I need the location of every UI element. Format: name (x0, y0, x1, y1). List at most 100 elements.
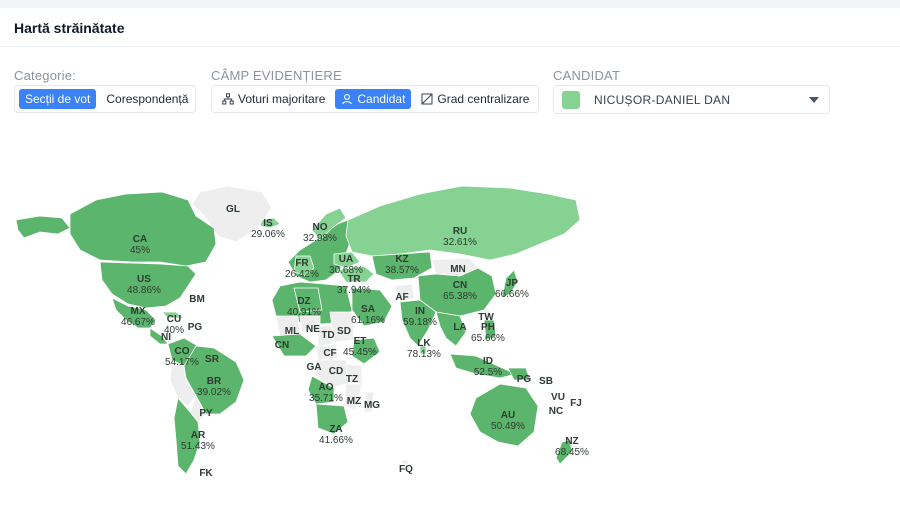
country-code-label: SR (205, 354, 220, 365)
highlight-field-toggle: Voturi majoritare Candidat Grad centrali… (211, 85, 539, 113)
country-code-label: CU (167, 314, 181, 325)
chart-square-icon (421, 93, 433, 105)
country-code-label: PG (188, 322, 203, 333)
field-option-majority-votes[interactable]: Voturi majoritare (216, 89, 331, 109)
country-code-label: NE (306, 324, 320, 335)
country-percent-label: 29.06% (251, 229, 285, 240)
category-option-polling-stations[interactable]: Secții de vot (19, 89, 97, 109)
user-icon (342, 94, 353, 105)
country-code-label: ML (285, 326, 299, 337)
candidate-select-value: NICUȘOR-DANIEL DAN (594, 92, 731, 107)
country-code-label: IN (415, 306, 425, 317)
country-code-label: US (137, 274, 151, 285)
country-percent-label: 66.66% (495, 289, 529, 300)
country-code-label: AU (501, 410, 515, 421)
country-code-label: SA (361, 304, 375, 315)
country-code-label: CN (275, 340, 289, 351)
category-option-label: Corespondență (106, 92, 189, 106)
candidate-select[interactable]: NICUȘOR-DANIEL DAN (553, 85, 830, 114)
country-percent-label: 50.49% (491, 421, 525, 432)
country-code-label: CF (323, 348, 336, 359)
country-code-label: NO (313, 222, 328, 233)
field-option-centralization[interactable]: Grad centralizare (415, 89, 535, 109)
country-code-label: TR (347, 274, 361, 285)
chevron-down-icon (809, 97, 819, 103)
country-code-label: ET (354, 336, 367, 347)
country-percent-label: 65.66% (471, 333, 505, 344)
country-code-label: MZ (347, 396, 361, 407)
country-code-label: UA (339, 254, 353, 265)
country-percent-label: 40.91% (287, 307, 321, 318)
category-toggle: Secții de vot Corespondență (14, 85, 196, 113)
country-percent-label: 61.16% (351, 315, 385, 326)
country-code-label: RU (453, 226, 467, 237)
country-code-label: NI (161, 332, 171, 343)
country-code-label: AO (319, 382, 334, 393)
country-percent-label: 78.13% (407, 349, 441, 360)
country-code-label: AR (191, 430, 206, 441)
country-code-label: PH (481, 322, 495, 333)
country-code-label: NZ (565, 436, 578, 447)
top-strip (0, 0, 900, 8)
country-code-label: TD (321, 330, 334, 341)
country-percent-label: 32.61% (443, 237, 477, 248)
country-percent-label: 32.98% (303, 233, 337, 244)
country-percent-label: 51.43% (181, 441, 215, 452)
country-percent-label: 52.5% (474, 367, 502, 378)
field-option-label: Grad centralizare (437, 92, 530, 106)
sitemap-icon (222, 93, 234, 105)
category-option-correspondence[interactable]: Corespondență (100, 89, 194, 109)
country-code-label: MG (364, 400, 380, 411)
country-code-label: BM (189, 294, 205, 305)
country-code-label: DZ (297, 296, 310, 307)
category-label: Categorie: (14, 68, 76, 83)
country-code-label: IS (263, 218, 273, 229)
country-percent-label: 59.18% (403, 317, 437, 328)
country-code-label: GL (226, 204, 240, 215)
country-code-label: CN (453, 280, 467, 291)
country-code-label: ID (483, 356, 493, 367)
field-option-label: Voturi majoritare (238, 92, 326, 106)
country-code-label: PG (517, 374, 532, 385)
country-percent-label: 48.86% (127, 285, 161, 296)
country-percent-label: 68.45% (555, 447, 589, 458)
country-percent-label: 46.67% (121, 317, 155, 328)
country-code-label: FR (295, 258, 309, 269)
country-percent-label: 37.94% (337, 285, 371, 296)
category-option-label: Secții de vot (25, 92, 91, 106)
country-us-alaska[interactable] (15, 215, 71, 239)
field-option-label: Candidat (357, 92, 406, 106)
field-option-candidate[interactable]: Candidat (335, 89, 412, 109)
country-code-label: BR (207, 376, 222, 387)
candidate-color-swatch (562, 90, 580, 109)
country-code-label: NC (549, 406, 563, 417)
country-percent-label: 26.42% (285, 269, 319, 280)
country-code-label: AF (395, 292, 408, 303)
country-code-label: LA (453, 322, 466, 333)
country-percent-label: 65.38% (443, 291, 477, 302)
page-header: Hartă străinătate (0, 8, 900, 47)
country-code-label: VU (551, 392, 565, 403)
country-code-label: GA (307, 362, 322, 373)
highlight-field-label: CÂMP EVIDENȚIERE (211, 68, 342, 83)
country-percent-label: 54.17% (165, 357, 199, 368)
country-code-label: SB (539, 376, 553, 387)
candidate-label: CANDIDAT (553, 68, 621, 83)
country-code-label: JP (506, 278, 519, 289)
country-code-label: FK (199, 468, 213, 479)
country-percent-label: 39.02% (197, 387, 231, 398)
country-code-label: FJ (570, 398, 582, 409)
country-code-label: KZ (395, 254, 408, 265)
country-code-label: CA (133, 234, 147, 245)
world-map: GL IS29.06% NO32.98% RU32.61% CA45% FR26.42% U… (15, 185, 589, 479)
country-code-label: LK (417, 338, 431, 349)
country-russia[interactable] (345, 185, 581, 261)
country-code-label: CD (329, 366, 343, 377)
country-code-label: MN (450, 264, 466, 275)
country-code-label: PY (199, 408, 213, 419)
page-title: Hartă străinătate (14, 20, 125, 36)
country-code-label: ZA (329, 424, 342, 435)
country-percent-label: 35.71% (309, 393, 343, 404)
country-percent-label: 38.57% (385, 265, 419, 276)
country-code-label: MX (131, 306, 146, 317)
